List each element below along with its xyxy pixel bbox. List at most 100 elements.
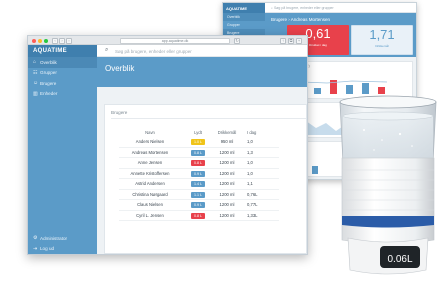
row-divider bbox=[119, 167, 279, 169]
today-cell: 1,3 bbox=[247, 149, 253, 155]
today-cell: 1,0 bbox=[247, 139, 253, 144]
search-input[interactable]: ⌕ Søg på brugere, enheder eller grupper bbox=[97, 45, 307, 57]
bubble bbox=[373, 149, 375, 151]
bubble bbox=[411, 145, 413, 147]
row-divider bbox=[119, 220, 279, 221]
bubble bbox=[398, 132, 402, 136]
sidebar-toggle-icon[interactable]: ▫ bbox=[66, 37, 72, 44]
kpi-goal: 1,71 Drikkemål bbox=[351, 25, 413, 55]
row-divider bbox=[119, 209, 279, 211]
maximize-window-button[interactable] bbox=[44, 38, 48, 43]
today-cell: 1,0 bbox=[247, 160, 253, 165]
goal-cell: 1200 ml bbox=[219, 202, 235, 207]
goal-cell: 1200 ml bbox=[219, 149, 235, 155]
sidebar-item-label: Log ud bbox=[40, 246, 55, 252]
kpi-blue-value: 1,71 bbox=[369, 27, 395, 42]
level-badge: 0.9 L bbox=[191, 170, 205, 177]
user-name[interactable]: Claus Nielsen bbox=[119, 202, 181, 207]
level-badge: 1.1 L bbox=[191, 191, 205, 198]
reload-icon[interactable]: ↻ bbox=[234, 37, 240, 44]
today-cell: 1,33L bbox=[247, 212, 258, 218]
level-cell: 0.8 L bbox=[191, 160, 205, 166]
home-icon: ⌂ bbox=[33, 59, 37, 66]
panel-title: Brugere bbox=[111, 110, 128, 115]
overview-window: ‹ › ▫ app.aquatime.dk ↻ ↑ ⧉ + AQUATIME ⌂… bbox=[27, 35, 308, 255]
close-window-button[interactable] bbox=[32, 38, 36, 43]
sidebar: AQUATIME ⌂ Overblik ☷ Grupper ☺ Brugere … bbox=[28, 45, 97, 255]
gear-icon: ⚙ bbox=[33, 235, 38, 242]
row-divider bbox=[119, 146, 279, 148]
row-divider bbox=[119, 178, 279, 179]
main-content: Brugere Navn Lydt Drikkemål I dag Anders… bbox=[97, 87, 307, 254]
level-badge: 0.8 L bbox=[191, 160, 205, 166]
back-nav-item[interactable]: Grupper bbox=[223, 21, 265, 29]
address-bar[interactable]: app.aquatime.dk bbox=[120, 37, 230, 44]
user-name[interactable]: Andreas Mortensen bbox=[119, 150, 181, 155]
back-arrow-icon[interactable]: ‹ bbox=[52, 37, 58, 44]
brand-logo: AQUATIME bbox=[28, 45, 97, 57]
user-name[interactable]: Anders Nielsen bbox=[119, 139, 181, 144]
water-surface bbox=[342, 111, 434, 121]
user-name[interactable]: Cyril L. Jensen bbox=[119, 213, 181, 218]
forward-arrow-icon[interactable]: › bbox=[59, 37, 65, 44]
level-badge: 0.8 L bbox=[191, 212, 205, 219]
search-icon: ⌕ bbox=[105, 47, 109, 53]
back-search[interactable]: ⌕ Søg på brugere, enheder eller grupper bbox=[265, 3, 416, 13]
search-placeholder: Søg på brugere, enheder eller grupper bbox=[115, 48, 192, 54]
level-cell: 1.4 L bbox=[191, 181, 205, 187]
row-divider bbox=[119, 188, 279, 190]
level-badge: 1.4 L bbox=[191, 181, 205, 187]
back-brand: AQUATIME bbox=[223, 3, 265, 13]
chart-icon: ▥ bbox=[33, 90, 38, 97]
bar bbox=[314, 88, 321, 94]
column-header[interactable]: Lydt bbox=[191, 130, 205, 135]
user-name[interactable]: Christina Nørgaard bbox=[119, 192, 181, 197]
users-icon: ☷ bbox=[33, 69, 38, 76]
row-divider bbox=[119, 199, 279, 200]
new-tab-icon[interactable]: + bbox=[296, 37, 302, 44]
row-divider bbox=[119, 157, 279, 158]
sidebar-item-label: Brugere bbox=[40, 80, 57, 86]
users-icon: ☺ bbox=[33, 80, 39, 87]
sidebar-item-users[interactable]: ☺ Brugere bbox=[28, 78, 97, 89]
page-title: Overblik bbox=[105, 64, 135, 73]
bubble bbox=[363, 129, 365, 131]
column-header[interactable]: Navn bbox=[119, 130, 181, 135]
sidebar-item-admin[interactable]: ⚙ Administrator bbox=[28, 233, 97, 244]
tabs-icon[interactable]: ⧉ bbox=[288, 37, 294, 44]
today-cell: 0,76L bbox=[247, 191, 258, 197]
sidebar-item-devices[interactable]: ▥ Enheder bbox=[28, 89, 97, 100]
back-nav-item[interactable]: Overblik bbox=[223, 13, 265, 21]
share-icon[interactable]: ↑ bbox=[280, 37, 286, 44]
back-search-placeholder: Søg på brugere, enheder eller grupper bbox=[273, 6, 334, 10]
smart-glass: 0.06L bbox=[339, 95, 437, 275]
goal-cell: 1200 ml bbox=[219, 160, 235, 165]
today-cell: 1,0 bbox=[247, 170, 253, 176]
logout-icon: ⇥ bbox=[33, 245, 38, 252]
sidebar-item-groups[interactable]: ☷ Grupper bbox=[28, 68, 97, 79]
user-name[interactable]: Astrid Andersen bbox=[119, 181, 181, 186]
goal-cell: 1200 ml bbox=[219, 212, 235, 218]
goal-cell: 1200 ml bbox=[219, 191, 235, 197]
minimize-window-button[interactable] bbox=[38, 38, 42, 43]
today-cell: 0,77L bbox=[247, 202, 258, 207]
sidebar-item-label: Enheder bbox=[40, 91, 58, 97]
user-name[interactable]: Annette Kristoffersen bbox=[119, 171, 181, 176]
product-composite: AQUATIME Overblik Grupper Brugere Enhede… bbox=[0, 0, 445, 281]
column-header[interactable]: Drikkemål bbox=[215, 130, 239, 135]
level-badge: 0.8 L bbox=[191, 149, 205, 156]
bar bbox=[312, 166, 318, 174]
users-panel: Brugere Navn Lydt Drikkemål I dag Anders… bbox=[104, 104, 307, 254]
today-cell: 1,1 bbox=[247, 181, 253, 186]
sidebar-item-label: Administrator bbox=[40, 235, 68, 241]
sidebar-item-label: Grupper bbox=[40, 70, 57, 76]
level-cell: 1.0 L bbox=[191, 139, 205, 145]
level-badge: 0.9 L bbox=[191, 202, 205, 208]
level-cell: 0.8 L bbox=[191, 212, 205, 219]
level-cell: 1.1 L bbox=[191, 191, 205, 198]
sidebar-item-overview[interactable]: ⌂ Overblik bbox=[28, 57, 97, 68]
level-cell: 0.9 L bbox=[191, 202, 205, 208]
column-header[interactable]: I dag bbox=[247, 130, 271, 135]
sidebar-item-logout[interactable]: ⇥ Log ud bbox=[28, 244, 97, 255]
user-name[interactable]: Anne Jensen bbox=[119, 160, 181, 165]
